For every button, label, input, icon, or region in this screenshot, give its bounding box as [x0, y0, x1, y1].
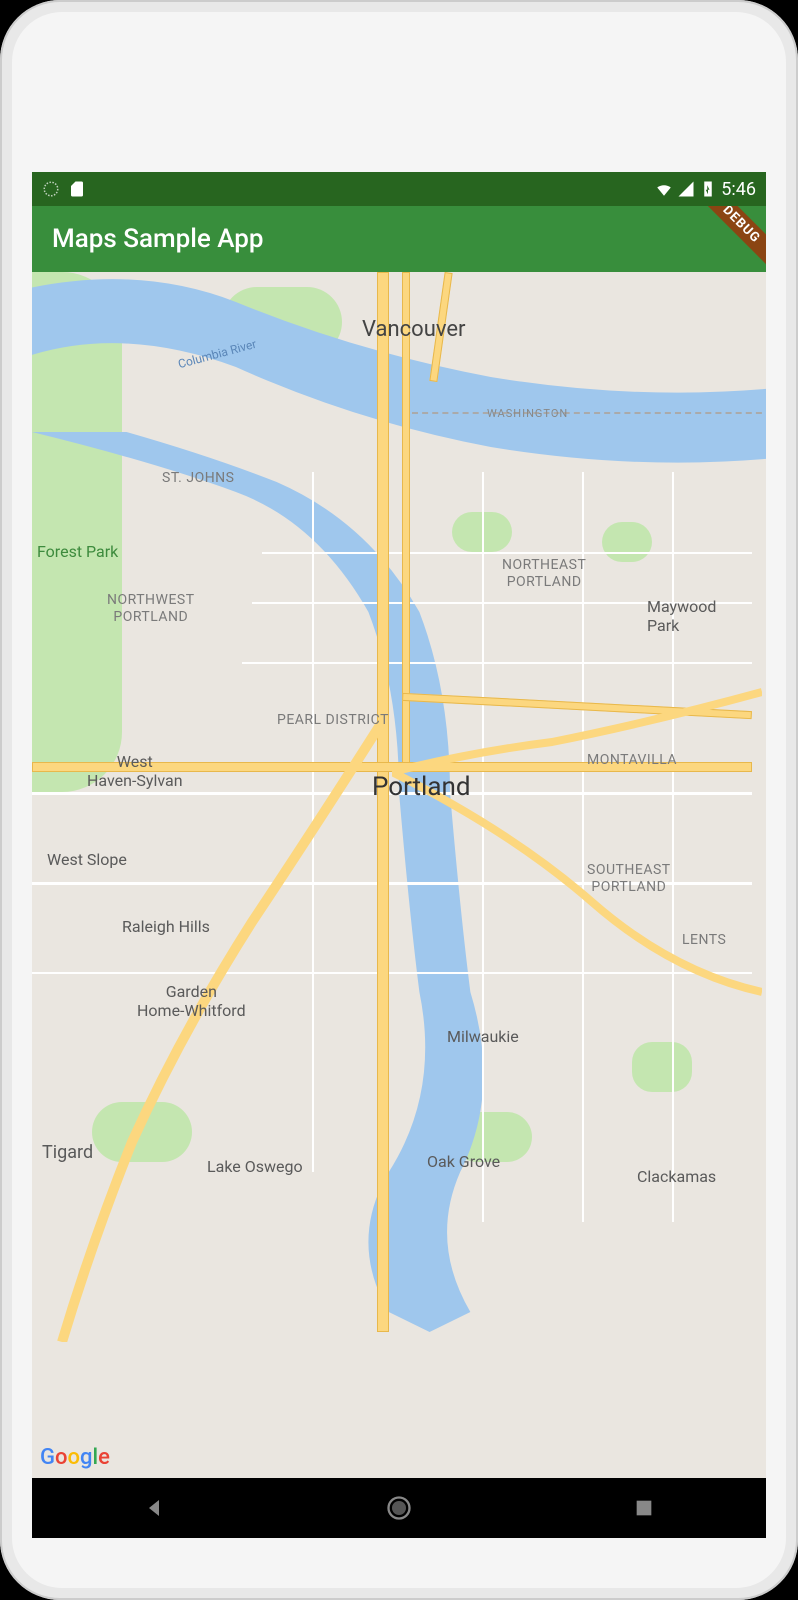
label-vancouver: Vancouver: [362, 317, 465, 342]
map-view[interactable]: Vancouver Columbia River WASHINGTON ST. …: [32, 272, 766, 1478]
label-maywood-park: MaywoodPark: [647, 597, 716, 635]
screen: 5:46 DEBUG Maps Sample App: [32, 172, 766, 1538]
spinner-icon: [42, 180, 60, 198]
label-garden-home: GardenHome-Whitford: [137, 982, 246, 1020]
label-tigard: Tigard: [42, 1142, 93, 1163]
label-lake-oswego: Lake Oswego: [207, 1157, 303, 1176]
home-button[interactable]: [359, 1494, 439, 1522]
cellular-icon: [677, 180, 695, 198]
label-west-slope: West Slope: [47, 850, 127, 869]
label-se-portland: SOUTHEASTPORTLAND: [587, 862, 671, 896]
nav-bar: [32, 1478, 766, 1538]
label-west-haven: WestHaven-Sylvan: [87, 752, 183, 790]
label-oak-grove: Oak Grove: [427, 1152, 500, 1171]
label-raleigh-hills: Raleigh Hills: [122, 917, 210, 936]
label-washington: WASHINGTON: [487, 407, 568, 420]
home-icon: [385, 1494, 413, 1522]
recent-icon: [633, 1497, 655, 1519]
label-portland: Portland: [372, 772, 471, 802]
battery-charging-icon: [699, 180, 717, 198]
recent-button[interactable]: [604, 1497, 684, 1519]
label-forest-park: Forest Park: [37, 542, 118, 561]
label-st-johns: ST. JOHNS: [162, 470, 234, 486]
label-montavilla: MONTAVILLA: [587, 752, 677, 768]
phone-frame: 5:46 DEBUG Maps Sample App: [0, 0, 798, 1600]
app-title: Maps Sample App: [52, 224, 263, 254]
label-ne-portland: NORTHEASTPORTLAND: [502, 557, 586, 591]
sd-card-icon: [68, 180, 86, 198]
wifi-icon: [655, 180, 673, 198]
status-bar: 5:46: [32, 172, 766, 206]
clock: 5:46: [721, 179, 756, 200]
label-nw-portland: NORTHWESTPORTLAND: [107, 592, 195, 626]
back-icon: [142, 1496, 166, 1520]
label-milwaukie: Milwaukie: [447, 1027, 519, 1046]
label-pearl-district: PEARL DISTRICT: [277, 712, 389, 728]
label-lents: LENTS: [682, 932, 726, 948]
google-attribution: Google: [40, 1445, 110, 1470]
back-button[interactable]: [114, 1496, 194, 1520]
app-bar: Maps Sample App: [32, 206, 766, 272]
phone-inner: 5:46 DEBUG Maps Sample App: [12, 12, 786, 1588]
label-clackamas: Clackamas: [637, 1167, 716, 1186]
